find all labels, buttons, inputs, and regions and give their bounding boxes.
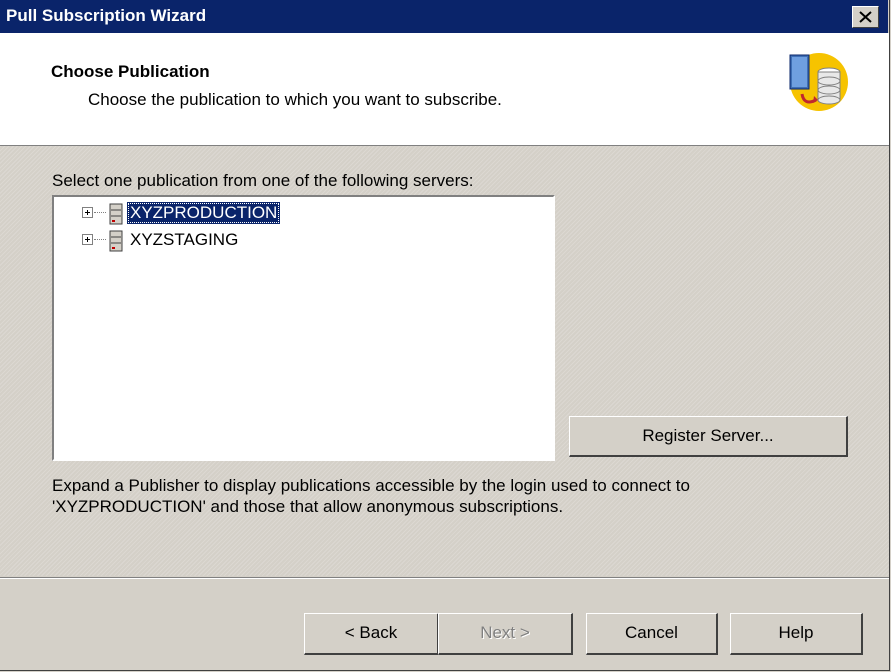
- server-tree[interactable]: XYZPRODUCTION XYZSTAGING: [52, 195, 555, 461]
- help-text-line-1: Expand a Publisher to display publicatio…: [52, 476, 690, 495]
- footer-divider: [0, 577, 889, 579]
- tree-item-label[interactable]: XYZSTAGING: [127, 229, 241, 251]
- window-title: Pull Subscription Wizard: [6, 6, 207, 25]
- tree-item-label[interactable]: XYZPRODUCTION: [127, 202, 281, 224]
- tree-connector: [94, 212, 106, 214]
- title-bar[interactable]: Pull Subscription Wizard: [0, 0, 888, 33]
- help-text: Expand a Publisher to display publicatio…: [52, 475, 852, 517]
- wizard-content: Select one publication from one of the f…: [0, 146, 889, 576]
- wizard-database-icon: [789, 53, 848, 111]
- cancel-button[interactable]: Cancel: [586, 613, 718, 655]
- help-text-line-2: 'XYZPRODUCTION' and those that allow ano…: [52, 497, 564, 516]
- back-button[interactable]: < Back: [304, 613, 439, 655]
- server-icon: [109, 230, 123, 252]
- help-button[interactable]: Help: [730, 613, 863, 655]
- select-publication-label: Select one publication from one of the f…: [52, 171, 474, 190]
- page-subtitle: Choose the publication to which you want…: [88, 90, 502, 109]
- server-icon: [109, 203, 123, 225]
- page-title: Choose Publication: [51, 62, 210, 81]
- close-icon: [859, 11, 872, 23]
- next-button[interactable]: Next >: [438, 613, 573, 655]
- expand-plus-icon[interactable]: [82, 234, 93, 245]
- tree-connector: [94, 239, 106, 241]
- wizard-header: Choose Publication Choose the publicatio…: [0, 33, 889, 146]
- register-server-button[interactable]: Register Server...: [569, 416, 848, 457]
- wizard-window: Pull Subscription Wizard Choose Publicat…: [0, 0, 890, 671]
- expand-plus-icon[interactable]: [82, 207, 93, 218]
- close-button[interactable]: [852, 6, 879, 28]
